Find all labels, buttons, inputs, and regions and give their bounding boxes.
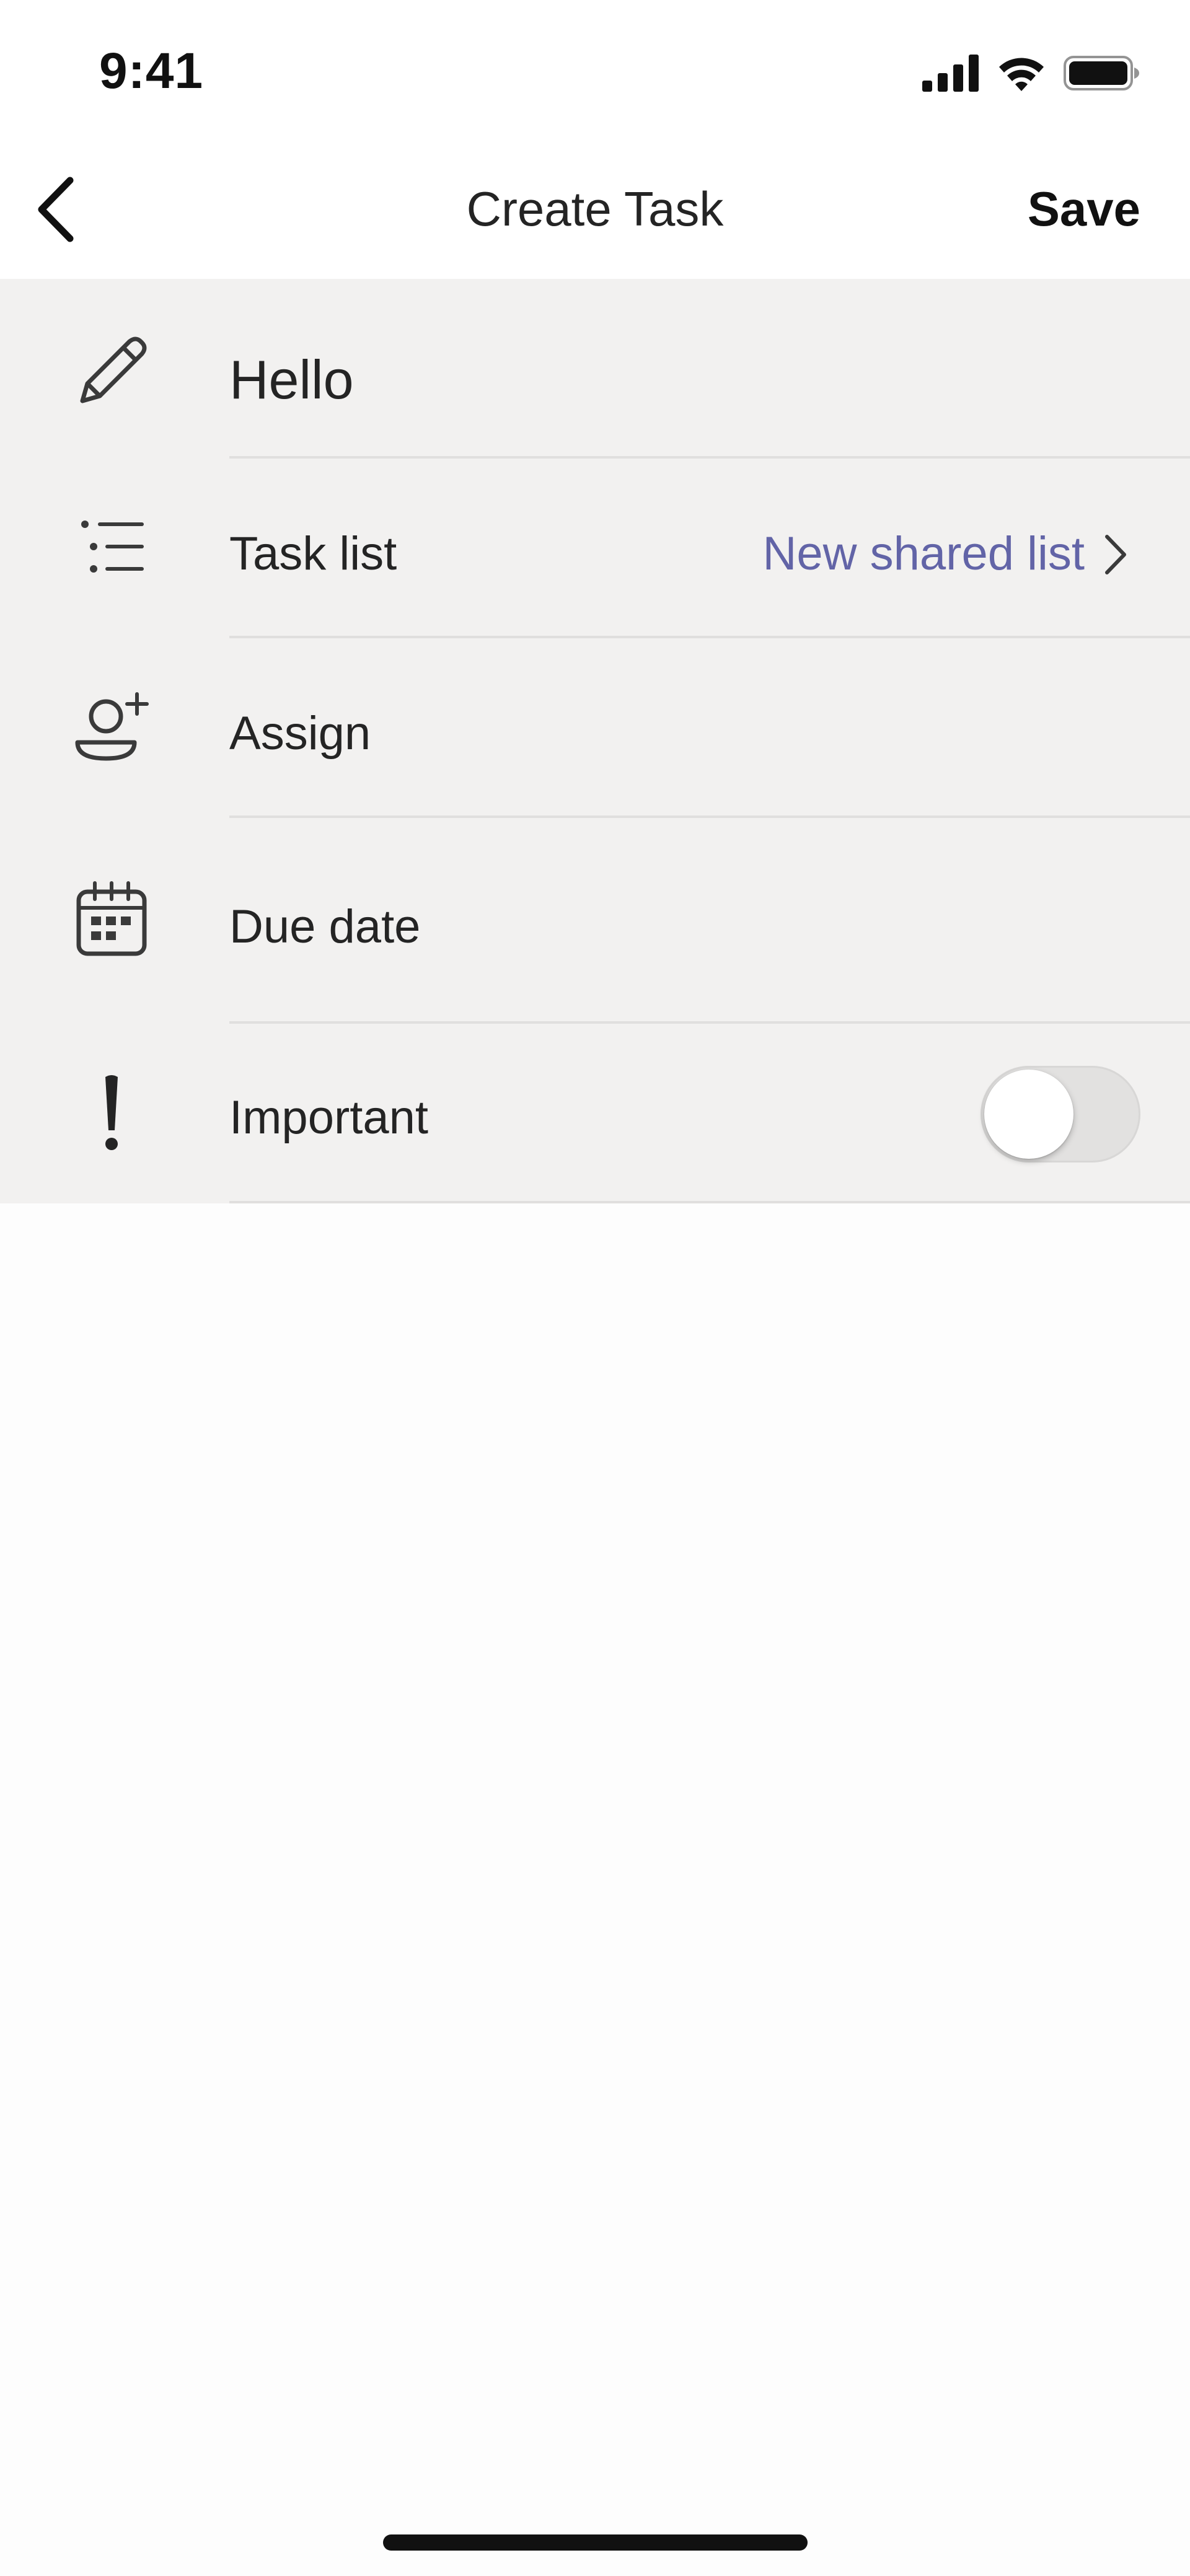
task-list-label: Task list [229,527,397,580]
divider [229,1201,1190,1203]
cellular-signal-icon [922,54,979,95]
important-label: Important [229,1091,429,1144]
assign-label: Assign [229,707,371,760]
save-button[interactable]: Save [1028,181,1140,237]
status-bar: 9:41 [0,0,1190,143]
due-date-row[interactable]: Due date [0,818,1190,1024]
toggle-knob [984,1070,1073,1159]
task-title-row[interactable]: Hello [0,279,1190,459]
calendar-icon [68,877,155,964]
person-add-icon [68,685,155,771]
chevron-right-icon [1097,527,1134,582]
page-title: Create Task [466,182,724,236]
assign-row[interactable]: Assign [0,638,1190,818]
important-toggle[interactable] [981,1066,1140,1163]
task-title-input[interactable]: Hello [229,348,354,411]
status-time: 9:41 [99,43,204,99]
battery-icon [1064,55,1140,95]
navigation-bar: Create Task Save [0,143,1190,279]
task-list-row[interactable]: Task list New shared list [0,459,1190,638]
create-task-form: Hello Task list New shared list Assign D… [0,279,1190,1203]
wifi-icon [997,55,1046,95]
status-icons [922,50,1140,99]
pencil-icon [68,328,155,415]
home-indicator [383,2534,808,2551]
exclamation-icon [68,1070,155,1157]
important-row: Important [0,1024,1190,1203]
bulleted-list-icon [68,505,155,592]
due-date-label: Due date [229,900,421,953]
task-list-value[interactable]: New shared list [762,527,1085,581]
